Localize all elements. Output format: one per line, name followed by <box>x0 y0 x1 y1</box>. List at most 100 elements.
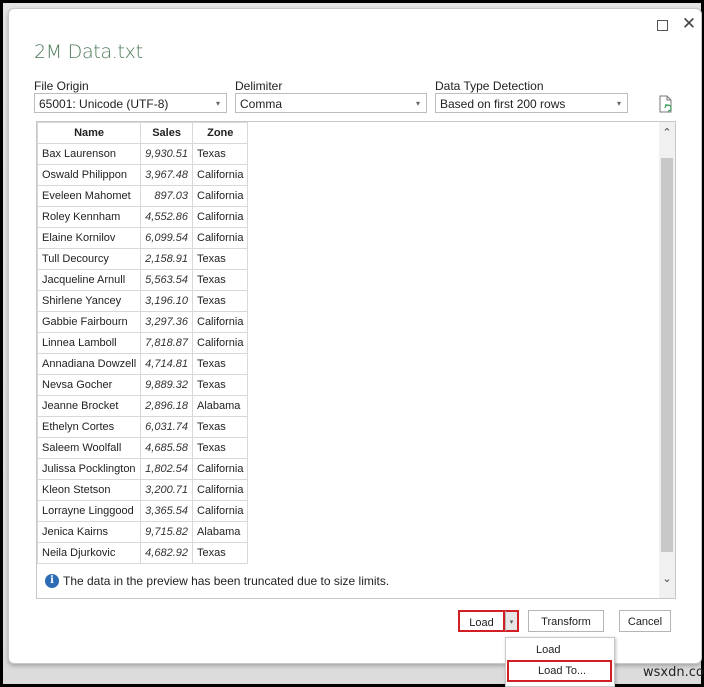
table-row: Linnea Lamboll 7,818.87 California <box>36 332 249 354</box>
cell-zone: California <box>191 185 249 207</box>
file-origin-value: 65001: Unicode (UTF-8) <box>39 97 169 111</box>
cell-zone: California <box>191 332 249 354</box>
cell-zone: California <box>191 500 249 522</box>
truncation-notice: i The data in the preview has been trunc… <box>45 574 389 588</box>
cell-sales: 4,714.81 <box>140 353 193 375</box>
cell-name: Linnea Lamboll <box>36 332 142 354</box>
scroll-down-icon[interactable]: ⌄ <box>659 572 675 594</box>
chevron-down-icon: ▾ <box>415 99 420 108</box>
cell-name: Jenica Kairns <box>36 521 142 543</box>
cell-sales: 1,802.54 <box>140 458 193 480</box>
table-row: Roley Kennham 4,552.86 California <box>36 206 249 228</box>
table-row: Kleon Stetson 3,200.71 California <box>36 479 249 501</box>
table-row: Lorrayne Linggood 3,365.54 California <box>36 500 249 522</box>
screen-background: ✕ 2M Data.txt File Origin 65001: Unicode… <box>3 3 704 687</box>
cell-sales: 9,930.51 <box>140 143 193 165</box>
table-row: Jacqueline Arnull 5,563.54 Texas <box>36 269 249 291</box>
cell-sales: 3,365.54 <box>140 500 193 522</box>
table-row: Saleem Woolfall 4,685.58 Texas <box>36 437 249 459</box>
cell-name: Eveleen Mahomet <box>36 185 142 207</box>
table-row: Gabbie Fairbourn 3,297.36 California <box>36 311 249 333</box>
cell-sales: 6,031.74 <box>140 416 193 438</box>
data-type-detection-select[interactable]: Based on first 200 rows ▾ <box>435 93 628 113</box>
table-row: Tull Decourcy 2,158.91 Texas <box>36 248 249 270</box>
vertical-scrollbar[interactable]: ⌃ ⌄ <box>659 122 675 598</box>
load-dropdown-button[interactable]: ▾ <box>505 610 519 632</box>
cell-zone: California <box>191 311 249 333</box>
scroll-up-icon[interactable]: ⌃ <box>659 126 675 148</box>
delimiter-value: Comma <box>240 97 283 111</box>
table-row: Ethelyn Cortes 6,031.74 Texas <box>36 416 249 438</box>
cell-sales: 3,200.71 <box>140 479 193 501</box>
cell-name: Neila Djurkovic <box>36 542 142 564</box>
cell-sales: 897.03 <box>140 185 193 207</box>
table-row: Julissa Pocklington 1,802.54 California <box>36 458 249 480</box>
cell-zone: Texas <box>191 290 249 312</box>
cell-sales: 3,196.10 <box>140 290 193 312</box>
cell-zone: Texas <box>191 353 249 375</box>
dialog-title: 2M Data.txt <box>34 41 143 63</box>
load-menu: Load Load To... <box>505 637 615 687</box>
table-row: Shirlene Yancey 3,196.10 Texas <box>36 290 249 312</box>
cell-zone: Texas <box>191 374 249 396</box>
cell-name: Julissa Pocklington <box>36 458 142 480</box>
watermark: wsxdn.com <box>643 665 704 680</box>
cell-sales: 2,896.18 <box>140 395 193 417</box>
column-header-name: Name <box>36 122 142 144</box>
delimiter-select[interactable]: Comma ▾ <box>235 93 427 113</box>
header-row: Name Sales Zone <box>36 122 249 144</box>
chevron-down-icon: ▾ <box>215 99 220 108</box>
cell-name: Tull Decourcy <box>36 248 142 270</box>
preview-table: Name Sales Zone Bax Laurenson 9,930.51 Tex… <box>36 122 249 564</box>
cell-name: Kleon Stetson <box>36 479 142 501</box>
cell-zone: Texas <box>191 542 249 564</box>
menu-item-load-to[interactable]: Load To... <box>507 660 612 682</box>
truncation-notice-text: The data in the preview has been truncat… <box>63 574 390 588</box>
cell-sales: 5,563.54 <box>140 269 193 291</box>
cell-zone: Texas <box>191 269 249 291</box>
cell-name: Elaine Kornilov <box>36 227 142 249</box>
data-preview: Name Sales Zone Bax Laurenson 9,930.51 Tex… <box>36 121 676 599</box>
cell-name: Jeanne Brocket <box>36 395 142 417</box>
cell-zone: California <box>191 227 249 249</box>
cell-sales: 3,967.48 <box>140 164 193 186</box>
cell-zone: Texas <box>191 416 249 438</box>
table-row: Oswald Philippon 3,967.48 California <box>36 164 249 186</box>
cell-zone: California <box>191 479 249 501</box>
cell-name: Shirlene Yancey <box>36 290 142 312</box>
cell-sales: 4,685.58 <box>140 437 193 459</box>
cell-sales: 4,552.86 <box>140 206 193 228</box>
cell-zone: Texas <box>191 248 249 270</box>
cell-zone: Alabama <box>191 521 249 543</box>
column-header-zone: Zone <box>191 122 249 144</box>
cell-sales: 6,099.54 <box>140 227 193 249</box>
cell-zone: Alabama <box>191 395 249 417</box>
scrollbar-thumb[interactable] <box>661 158 673 552</box>
cell-name: Ethelyn Cortes <box>36 416 142 438</box>
transform-data-button[interactable]: Transform Data <box>528 610 604 650</box>
table-row: Annadiana Dowzell 4,714.81 Texas <box>36 353 249 375</box>
cell-name: Annadiana Dowzell <box>36 353 142 375</box>
cell-name: Lorrayne Linggood <box>36 500 142 522</box>
menu-item-load[interactable]: Load <box>506 639 614 661</box>
cell-name: Saleem Woolfall <box>36 437 142 459</box>
load-button[interactable]: Load <box>458 610 505 632</box>
cell-name: Bax Laurenson <box>36 143 142 165</box>
file-origin-select[interactable]: 65001: Unicode (UTF-8) ▾ <box>34 93 227 113</box>
cell-sales: 9,715.82 <box>140 521 193 543</box>
cell-name: Jacqueline Arnull <box>36 269 142 291</box>
file-origin-label: File Origin <box>34 79 89 93</box>
cancel-button[interactable]: Cancel <box>619 610 671 632</box>
column-header-sales: Sales <box>140 122 193 144</box>
cell-zone: California <box>191 206 249 228</box>
close-icon[interactable]: ✕ <box>681 15 697 33</box>
table-row: Jenica Kairns 9,715.82 Alabama <box>36 521 249 543</box>
table-row: Bax Laurenson 9,930.51 Texas <box>36 143 249 165</box>
maximize-icon[interactable] <box>654 17 670 33</box>
table-row: Jeanne Brocket 2,896.18 Alabama <box>36 395 249 417</box>
cell-name: Gabbie Fairbourn <box>36 311 142 333</box>
table-row: Elaine Kornilov 6,099.54 California <box>36 227 249 249</box>
table-row: Neila Djurkovic 4,682.92 Texas <box>36 542 249 564</box>
file-refresh-icon[interactable] <box>659 95 673 113</box>
cell-zone: Texas <box>191 143 249 165</box>
